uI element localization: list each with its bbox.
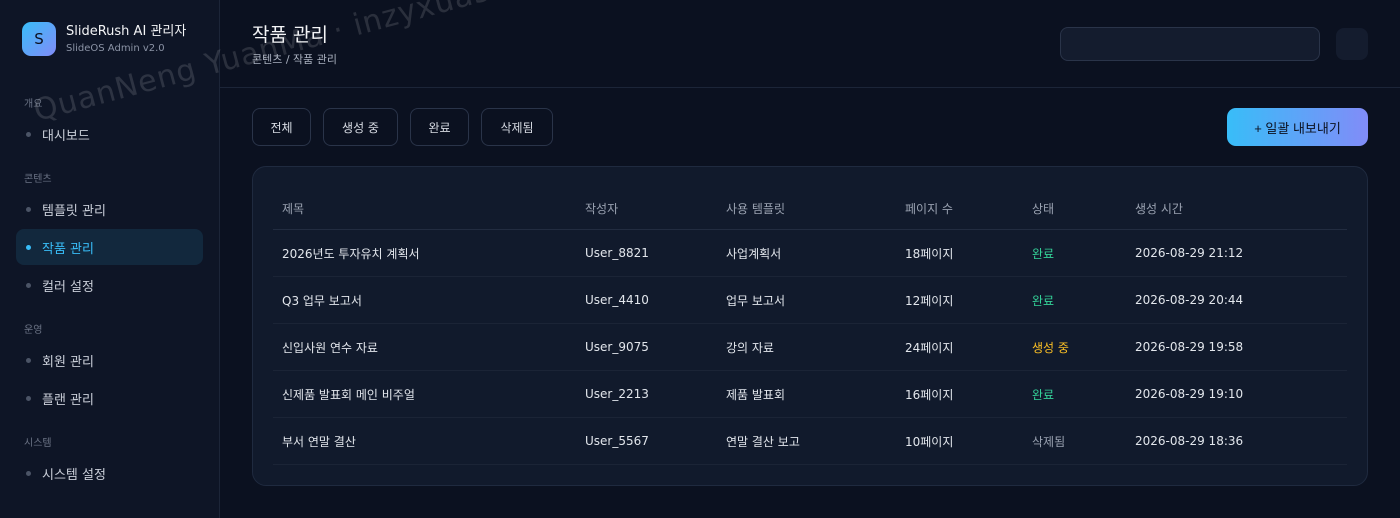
cell-title: 신입사원 연수 자료: [282, 340, 378, 355]
page-title: 작품 관리: [252, 24, 328, 46]
cell-pages: 18페이지: [905, 246, 954, 261]
header-icon-button[interactable]: [1336, 28, 1368, 60]
sidebar-item-dashboard[interactable]: 대시보드: [16, 116, 203, 152]
filter-all-button[interactable]: 전체: [252, 108, 311, 146]
cell-pages: 10페이지: [905, 434, 954, 449]
filter-deleted-button[interactable]: 삭제됨: [481, 108, 553, 146]
sidebar-item-label: 회원 관리: [42, 354, 94, 370]
sidebar-item-works[interactable]: 작품 관리: [16, 229, 203, 265]
search-input[interactable]: [1060, 27, 1320, 61]
status-badge: 삭제됨: [1032, 434, 1066, 449]
sidebar-item-templates[interactable]: 템플릿 관리: [16, 191, 203, 227]
brand: S SlideRush AI 관리자 SlideOS Admin v2.0: [22, 22, 186, 56]
cell-template: 강의 자료: [726, 340, 774, 355]
bullet-icon: [26, 357, 31, 363]
sidebar-item-label: 대시보드: [42, 128, 90, 144]
cell-pages: 12페이지: [905, 293, 954, 308]
sidebar-item-plans[interactable]: 플랜 관리: [16, 380, 203, 416]
column-header-pages[interactable]: 페이지 수: [905, 200, 953, 217]
bullet-icon: [26, 470, 31, 476]
brand-text: SlideRush AI 관리자 SlideOS Admin v2.0: [66, 23, 186, 56]
status-badge: 생성 중: [1032, 340, 1069, 355]
cell-created: 2026-08-29 18:36: [1135, 434, 1244, 448]
brand-logo: S: [22, 22, 56, 56]
sidebar-item-label: 플랜 관리: [42, 392, 94, 408]
cell-author: User_4410: [585, 293, 649, 307]
status-badge: 완료: [1032, 293, 1055, 308]
bullet-icon: [26, 395, 31, 401]
cell-template: 업무 보고서: [726, 293, 786, 308]
table-row[interactable]: 부서 연말 결산 User_5567 연말 결산 보고 10페이지 삭제됨 20…: [273, 418, 1347, 465]
nav-section-overview: 개요: [24, 99, 43, 110]
filter-done-button[interactable]: 완료: [410, 108, 469, 146]
sidebar-item-colors[interactable]: 컬러 설정: [16, 267, 203, 303]
table-row[interactable]: 신입사원 연수 자료 User_9075 강의 자료 24페이지 생성 중 20…: [273, 324, 1347, 371]
table-row[interactable]: 신제품 발표회 메인 비주얼 User_2213 제품 발표회 16페이지 완료…: [273, 371, 1347, 418]
cell-author: User_9075: [585, 340, 649, 354]
cell-template: 사업계획서: [726, 246, 782, 261]
cell-template: 연말 결산 보고: [726, 434, 800, 449]
cell-created: 2026-08-29 19:10: [1135, 387, 1244, 401]
column-header-created[interactable]: 생성 시간: [1135, 200, 1183, 217]
breadcrumb: 콘텐츠 / 작품 관리: [252, 53, 338, 66]
sidebar-item-members[interactable]: 회원 관리: [16, 342, 203, 378]
nav-section-content: 콘텐츠: [24, 174, 52, 185]
bullet-icon: [26, 131, 31, 137]
page-header: 작품 관리 콘텐츠 / 작품 관리: [220, 0, 1400, 88]
status-badge: 완료: [1032, 387, 1055, 402]
sidebar-item-label: 시스템 설정: [42, 467, 106, 483]
cell-author: User_8821: [585, 246, 649, 260]
sidebar-item-label: 작품 관리: [42, 241, 94, 257]
cell-created: 2026-08-29 19:58: [1135, 340, 1244, 354]
cell-title: 2026년도 투자유치 계획서: [282, 246, 420, 261]
table-row[interactable]: Q3 업무 보고서 User_4410 업무 보고서 12페이지 완료 2026…: [273, 277, 1347, 324]
cell-created: 2026-08-29 21:12: [1135, 246, 1244, 260]
cell-pages: 16페이지: [905, 387, 954, 402]
works-table: 제목 작성자 사용 템플릿 페이지 수 상태 생성 시간 2026년도 투자유치…: [252, 166, 1368, 486]
column-header-status[interactable]: 상태: [1032, 200, 1054, 217]
cell-author: User_5567: [585, 434, 649, 448]
nav-section-system: 시스템: [24, 438, 52, 449]
cell-title: 부서 연말 결산: [282, 434, 356, 449]
nav-section-operations: 운영: [24, 325, 43, 336]
cell-author: User_2213: [585, 387, 649, 401]
cell-template: 제품 발표회: [726, 387, 786, 402]
brand-title: SlideRush AI 관리자: [66, 23, 187, 39]
table-header: 제목 작성자 사용 템플릿 페이지 수 상태 생성 시간: [273, 188, 1347, 230]
bulk-export-button[interactable]: + 일괄 내보내기: [1227, 108, 1368, 146]
sidebar: S SlideRush AI 관리자 SlideOS Admin v2.0 개요…: [0, 0, 220, 518]
sidebar-item-system-settings[interactable]: 시스템 설정: [16, 455, 203, 491]
status-badge: 완료: [1032, 246, 1055, 261]
table-row[interactable]: 2026년도 투자유치 계획서 User_8821 사업계획서 18페이지 완료…: [273, 230, 1347, 277]
column-header-template[interactable]: 사용 템플릿: [726, 200, 785, 217]
column-header-author[interactable]: 작성자: [585, 200, 618, 217]
filter-generating-button[interactable]: 생성 중: [323, 108, 398, 146]
column-header-title[interactable]: 제목: [282, 200, 304, 217]
sidebar-item-label: 템플릿 관리: [42, 203, 106, 219]
sidebar-item-label: 컬러 설정: [42, 279, 94, 295]
cell-created: 2026-08-29 20:44: [1135, 293, 1244, 307]
cell-title: Q3 업무 보고서: [282, 293, 362, 308]
bullet-icon: [26, 244, 31, 250]
cell-title: 신제품 발표회 메인 비주얼: [282, 387, 415, 402]
bullet-icon: [26, 206, 31, 212]
cell-pages: 24페이지: [905, 340, 954, 355]
bullet-icon: [26, 282, 31, 288]
brand-subtitle: SlideOS Admin v2.0: [66, 42, 165, 54]
